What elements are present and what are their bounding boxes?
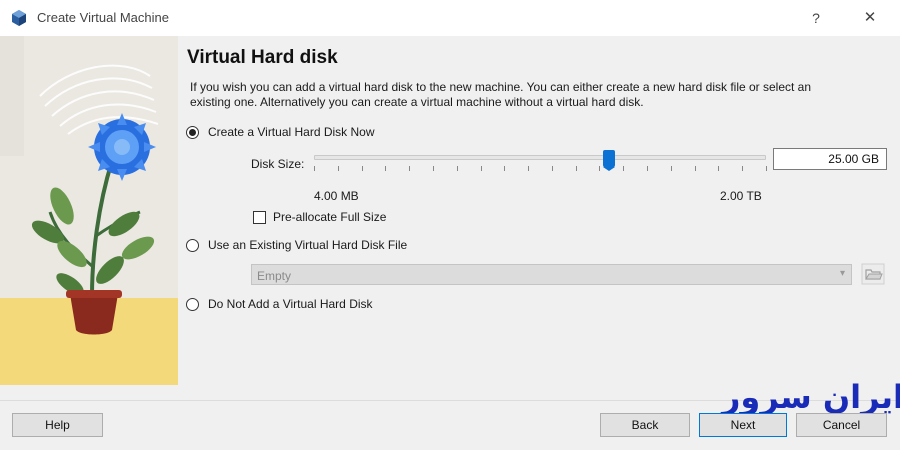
- slider-tick: [338, 166, 339, 171]
- slider-tick: [504, 166, 505, 171]
- wizard-illustration: [0, 36, 178, 385]
- cancel-button[interactable]: Cancel: [796, 413, 887, 437]
- virtualbox-cube-icon: [12, 10, 26, 26]
- folder-open-icon[interactable]: [861, 263, 885, 285]
- title-bar: Create Virtual Machine ? ✕: [0, 0, 900, 36]
- slider-tick: [623, 166, 624, 171]
- radio-button-unchecked[interactable]: [186, 238, 199, 252]
- close-button[interactable]: ✕: [856, 4, 884, 32]
- radio-create-now[interactable]: Create a Virtual Hard Disk Now: [186, 125, 375, 139]
- slider-tick: [314, 166, 315, 171]
- disk-size-max-label: 2.00 TB: [720, 189, 762, 203]
- window-title: Create Virtual Machine: [37, 10, 169, 25]
- disk-size-label: Disk Size:: [251, 157, 305, 171]
- slider-tick: [433, 166, 434, 171]
- slider-tick: [481, 166, 482, 171]
- next-button[interactable]: Next: [699, 413, 787, 437]
- slider-tick: [718, 166, 719, 171]
- disk-size-input[interactable]: [773, 148, 887, 170]
- slider-tick: [647, 166, 648, 171]
- slider-tick: [671, 166, 672, 171]
- disk-size-slider[interactable]: [314, 150, 766, 171]
- preallocate-checkbox[interactable]: [253, 210, 266, 224]
- potted-flower-image: [0, 36, 178, 385]
- radio-button-unchecked[interactable]: [186, 297, 199, 311]
- slider-tick: [362, 166, 363, 171]
- slider-tick: [528, 166, 529, 171]
- slider-tick: [409, 166, 410, 171]
- existing-disk-select[interactable]: Empty ▾: [251, 264, 852, 285]
- back-button[interactable]: Back: [600, 413, 690, 437]
- page-title: Virtual Hard disk: [187, 47, 338, 68]
- slider-tick: [766, 166, 767, 171]
- preallocate-label: Pre-allocate Full Size: [273, 210, 387, 224]
- radio-use-existing[interactable]: Use an Existing Virtual Hard Disk File: [186, 238, 407, 252]
- slider-tick: [742, 166, 743, 171]
- help-button[interactable]: Help: [12, 413, 103, 437]
- page-description: If you wish you can add a virtual hard d…: [190, 80, 812, 109]
- slider-tick: [599, 166, 600, 171]
- disk-size-min-label: 4.00 MB: [314, 189, 359, 203]
- chevron-down-icon: ▾: [839, 268, 845, 279]
- radio-button-checked[interactable]: [186, 125, 199, 139]
- slider-tick: [695, 166, 696, 171]
- radio-do-not-add[interactable]: Do Not Add a Virtual Hard Disk: [186, 297, 373, 311]
- radio-create-now-label: Create a Virtual Hard Disk Now: [208, 125, 375, 139]
- preallocate-checkbox-row[interactable]: Pre-allocate Full Size: [253, 210, 386, 224]
- slider-tick: [552, 166, 553, 171]
- slider-tick: [385, 166, 386, 171]
- radio-do-not-add-label: Do Not Add a Virtual Hard Disk: [208, 297, 373, 311]
- slider-tick: [576, 166, 577, 171]
- watermark-logo: ایران سرور: [722, 378, 900, 416]
- slider-ticks: [314, 166, 767, 172]
- existing-disk-select-value: Empty: [257, 269, 292, 283]
- slider-tick: [457, 166, 458, 171]
- radio-use-existing-label: Use an Existing Virtual Hard Disk File: [208, 238, 408, 252]
- title-help-button[interactable]: ?: [802, 4, 830, 32]
